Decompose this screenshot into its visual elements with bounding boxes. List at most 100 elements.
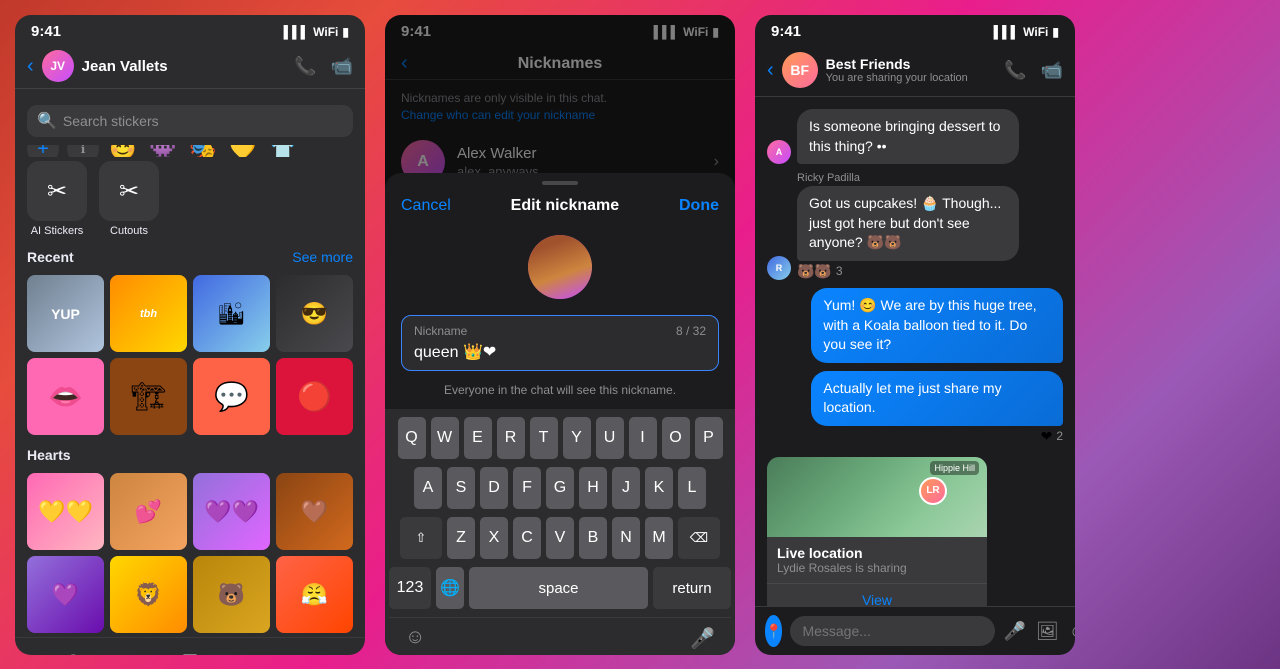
mic-icon[interactable]: 🎤 [690, 626, 715, 651]
photo-input-icon[interactable]: 🖼 [1036, 621, 1059, 642]
sender-avatar-2: R [767, 256, 791, 280]
sticker-item[interactable]: YUP [27, 275, 104, 352]
shift-key[interactable]: ⇧ [400, 517, 442, 559]
phone-icon-right[interactable]: 📞 [1004, 60, 1026, 81]
sticker-item[interactable]: 😎 [276, 275, 353, 352]
emoji-key[interactable]: 🌐 [436, 567, 464, 609]
search-bar[interactable]: 🔍 [27, 105, 353, 137]
emoji-cat-4[interactable]: 💛 [227, 145, 259, 157]
battery-icon: ▮ [342, 25, 349, 39]
contact-avatar: JV [42, 50, 74, 82]
sticker-item[interactable]: 💬 [193, 358, 270, 435]
phone-icon[interactable]: 📞 [294, 56, 316, 77]
key-F[interactable]: F [513, 467, 541, 509]
hearts-stickers-grid: 💛💛 💕 💜💜 🤎 💜 🦁 🐻 😤 [15, 469, 365, 637]
gif-label: GIF [296, 653, 318, 655]
bottom-tabs: ☺ ⊞ GIF [15, 637, 365, 655]
hearts-title: Hearts [27, 447, 71, 463]
key-Q[interactable]: Q [398, 417, 426, 459]
key-P[interactable]: P [695, 417, 723, 459]
key-V[interactable]: V [546, 517, 574, 559]
key-I[interactable]: I [629, 417, 657, 459]
key-W[interactable]: W [431, 417, 459, 459]
emoji-cat-3[interactable]: 🎭 [187, 145, 219, 157]
avatar-inner [528, 235, 592, 299]
messages-area: A Is someone bringing dessert to this th… [755, 97, 1075, 606]
key-B[interactable]: B [579, 517, 607, 559]
sticker-item[interactable]: 🐻 [193, 556, 270, 633]
back-button-right[interactable]: ‹ [767, 59, 774, 82]
message-bubble-4: Actually let me just share my location. [811, 371, 1063, 426]
key-D[interactable]: D [480, 467, 508, 509]
key-L[interactable]: L [678, 467, 706, 509]
sticker-item[interactable]: 💜💜 [193, 473, 270, 550]
sticker-item[interactable]: 👄 [27, 358, 104, 435]
sticker-item[interactable]: 🏗 [110, 358, 187, 435]
search-input[interactable] [63, 113, 343, 129]
delete-key[interactable]: ⌫ [678, 517, 720, 559]
message-bubble-1: Is someone bringing dessert to this thin… [797, 109, 1019, 164]
numbers-key[interactable]: 123 [389, 567, 431, 609]
return-key[interactable]: return [653, 567, 731, 609]
key-A[interactable]: A [414, 467, 442, 509]
key-T[interactable]: T [530, 417, 558, 459]
sticker-item[interactable]: 🦁 [110, 556, 187, 633]
message-input[interactable] [790, 616, 995, 646]
location-marker: LR [919, 477, 947, 505]
sticker-item[interactable]: 😤 [276, 556, 353, 633]
key-U[interactable]: U [596, 417, 624, 459]
key-E[interactable]: E [464, 417, 492, 459]
key-N[interactable]: N [612, 517, 640, 559]
mic-input-icon[interactable]: 🎤 [1003, 621, 1025, 642]
cancel-button[interactable]: Cancel [401, 197, 451, 215]
emoji-cat-2[interactable]: 👾 [147, 145, 179, 157]
sticker-item[interactable]: tbh [110, 275, 187, 352]
modal-handle [542, 181, 578, 185]
key-Z[interactable]: Z [447, 517, 475, 559]
sticker-item[interactable]: 🤎 [276, 473, 353, 550]
key-R[interactable]: R [497, 417, 525, 459]
cutouts-tool[interactable]: ✂ Cutouts [99, 161, 159, 237]
add-category-button[interactable]: + [27, 145, 59, 157]
sticker-item[interactable]: 🏙 [193, 275, 270, 352]
emoji-cat-1[interactable]: 😊 [107, 145, 139, 157]
info-button[interactable]: ℹ [67, 145, 99, 157]
location-card[interactable]: Hippie Hill LR Live location Lydie Rosal… [767, 457, 987, 606]
sticker-item[interactable]: 💜 [27, 556, 104, 633]
key-M[interactable]: M [645, 517, 673, 559]
reaction-count-2: 3 [836, 264, 843, 278]
key-C[interactable]: C [513, 517, 541, 559]
ai-stickers-tool[interactable]: ✂ AI Stickers [27, 161, 87, 237]
done-button[interactable]: Done [679, 197, 719, 215]
emoji-cat-5[interactable]: 👕 [267, 145, 299, 157]
edit-nickname-modal: Cancel Edit nickname Done Nickname 8 / 3… [385, 15, 735, 655]
wifi-icon-right: WiFi [1023, 25, 1048, 39]
sticker-item[interactable]: 💛💛 [27, 473, 104, 550]
location-share-button[interactable]: 📍 [765, 615, 782, 647]
key-H[interactable]: H [579, 467, 607, 509]
key-X[interactable]: X [480, 517, 508, 559]
emoji-tab[interactable]: ☺ [15, 638, 132, 655]
key-Y[interactable]: Y [563, 417, 591, 459]
emoji-smiley-icon[interactable]: ☺ [405, 626, 425, 651]
key-J[interactable]: J [612, 467, 640, 509]
location-card-row: Hippie Hill LR Live location Lydie Rosal… [767, 453, 987, 606]
view-location-button[interactable]: View [767, 583, 987, 606]
sticker-tab[interactable]: ⊞ [132, 638, 249, 655]
modal-title: Edit nickname [511, 197, 619, 215]
gif-tab[interactable]: GIF [248, 638, 365, 655]
nickname-input-value[interactable]: queen 👑❤ [414, 342, 706, 362]
sticker-item[interactable]: 💕 [110, 473, 187, 550]
sticker-input-icon[interactable]: ☺ [1069, 621, 1075, 642]
key-O[interactable]: O [662, 417, 690, 459]
see-more-button[interactable]: See more [292, 249, 353, 265]
back-button[interactable]: ‹ [27, 55, 34, 78]
video-icon[interactable]: 📹 [331, 56, 353, 77]
space-key[interactable]: space [469, 567, 648, 609]
video-icon-right[interactable]: 📹 [1041, 60, 1063, 81]
sticker-item[interactable]: 🔴 [276, 358, 353, 435]
key-G[interactable]: G [546, 467, 574, 509]
key-K[interactable]: K [645, 467, 673, 509]
time-display: 9:41 [31, 23, 61, 40]
key-S[interactable]: S [447, 467, 475, 509]
